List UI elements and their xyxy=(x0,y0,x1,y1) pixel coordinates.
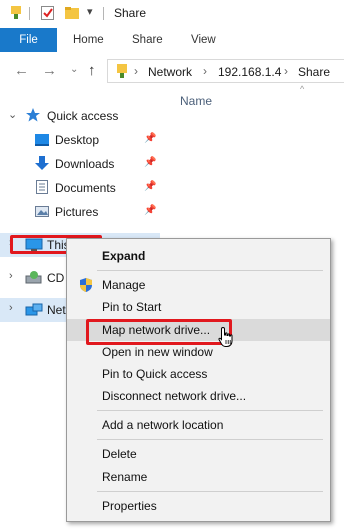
network-icon xyxy=(25,302,43,318)
menu-item-label: Expand xyxy=(102,249,146,263)
menu-separator xyxy=(97,491,323,492)
pin-icon[interactable]: 📌 xyxy=(144,157,156,168)
download-arrow-icon xyxy=(34,155,50,171)
menu-item-label: Rename xyxy=(102,470,148,484)
ribbon-tabs: File Home Share View xyxy=(0,28,344,52)
recent-locations-icon[interactable]: ⌄ xyxy=(70,64,78,75)
back-arrow-icon[interactable]: ← xyxy=(14,62,29,79)
highlight-box-map-network-drive xyxy=(86,319,232,345)
menu-item-add-network-location[interactable]: Add a network location xyxy=(67,414,330,436)
menu-item-label: Open in new window xyxy=(102,345,213,359)
menu-item-label: Add a network location xyxy=(102,418,224,432)
nav-item-desktop[interactable]: Desktop 📌 xyxy=(0,128,160,152)
window-title: Share xyxy=(114,6,147,20)
menu-item-label: Pin to Start xyxy=(102,300,162,314)
menu-item-label: Delete xyxy=(102,447,137,461)
customize-toolbar-icon[interactable]: ▾ xyxy=(87,5,93,18)
menu-item-label: Properties xyxy=(102,499,157,513)
context-menu: Expand Manage Pin to Start Map network d… xyxy=(66,238,331,522)
menu-item-label: Disconnect network drive... xyxy=(102,389,247,403)
star-icon xyxy=(25,107,41,123)
address-bar[interactable]: › Network › 192.168.1.4 › Share xyxy=(107,59,344,83)
tab-view[interactable]: View xyxy=(191,28,216,52)
chevron-right-icon[interactable]: › xyxy=(284,64,288,78)
forward-arrow-icon[interactable]: → xyxy=(42,62,57,79)
menu-separator xyxy=(97,439,323,440)
breadcrumb-share[interactable]: Share xyxy=(298,65,330,79)
menu-item-disconnect-network-drive[interactable]: Disconnect network drive... xyxy=(67,385,330,407)
cd-drive-icon xyxy=(25,270,43,286)
breadcrumb-network[interactable]: Network xyxy=(148,65,192,79)
chevron-right-icon[interactable]: › xyxy=(9,270,13,282)
chevron-right-icon[interactable]: › xyxy=(134,64,138,78)
new-folder-icon[interactable] xyxy=(64,5,80,21)
nav-item-downloads[interactable]: Downloads 📌 xyxy=(0,152,160,176)
menu-separator xyxy=(97,270,323,271)
menu-item-pin-to-start[interactable]: Pin to Start xyxy=(67,296,330,318)
nav-item-documents[interactable]: Documents 📌 xyxy=(0,176,160,200)
tab-share[interactable]: Share xyxy=(132,28,163,52)
chevron-right-icon[interactable]: › xyxy=(203,64,207,78)
title-divider xyxy=(103,7,104,20)
pin-icon[interactable]: 📌 xyxy=(144,181,156,192)
up-arrow-icon[interactable]: ↑ xyxy=(88,62,96,79)
tab-file[interactable]: File xyxy=(0,28,57,52)
address-row: ← → ⌄ ↑ › Network › 192.168.1.4 › Share xyxy=(0,56,344,86)
menu-item-rename[interactable]: Rename xyxy=(67,466,330,488)
nav-label: CD xyxy=(47,271,65,285)
picture-icon xyxy=(34,204,50,220)
properties-icon[interactable] xyxy=(8,5,24,21)
pin-icon[interactable]: 📌 xyxy=(144,205,156,216)
tab-home[interactable]: Home xyxy=(73,28,104,52)
pin-icon[interactable]: 📌 xyxy=(144,133,156,144)
chevron-down-icon[interactable]: ⌄ xyxy=(8,108,17,121)
menu-item-pin-quick-access[interactable]: Pin to Quick access xyxy=(67,363,330,385)
menu-item-manage[interactable]: Manage xyxy=(67,274,330,296)
hand-cursor-icon xyxy=(217,326,235,348)
nav-label: Net xyxy=(47,303,66,317)
admin-shield-icon xyxy=(78,277,94,293)
nav-quick-access[interactable]: ⌄ Quick access xyxy=(0,104,160,128)
nav-label: Desktop xyxy=(55,133,100,147)
nav-label: Pictures xyxy=(55,205,99,219)
nav-label: Documents xyxy=(55,181,116,195)
sort-caret-icon: ^ xyxy=(300,84,305,94)
chevron-right-icon[interactable]: › xyxy=(9,302,13,314)
menu-item-expand[interactable]: Expand xyxy=(67,245,330,267)
title-bar: ▾ Share xyxy=(0,0,344,28)
checkbox-icon[interactable] xyxy=(40,5,56,21)
menu-item-properties[interactable]: Properties xyxy=(67,495,330,517)
menu-separator xyxy=(97,410,323,411)
nav-label: Downloads xyxy=(55,157,115,171)
nav-label: Quick access xyxy=(47,109,119,123)
menu-item-label: Manage xyxy=(102,278,146,292)
network-location-icon xyxy=(114,63,130,79)
column-header-name[interactable]: Name xyxy=(180,94,212,108)
nav-item-pictures[interactable]: Pictures 📌 xyxy=(0,200,160,224)
desktop-icon xyxy=(34,132,50,148)
menu-item-delete[interactable]: Delete xyxy=(67,443,330,465)
toolbar-divider xyxy=(29,7,30,20)
document-icon xyxy=(34,179,50,195)
breadcrumb-host[interactable]: 192.168.1.4 xyxy=(218,65,281,79)
menu-item-label: Pin to Quick access xyxy=(102,367,208,381)
